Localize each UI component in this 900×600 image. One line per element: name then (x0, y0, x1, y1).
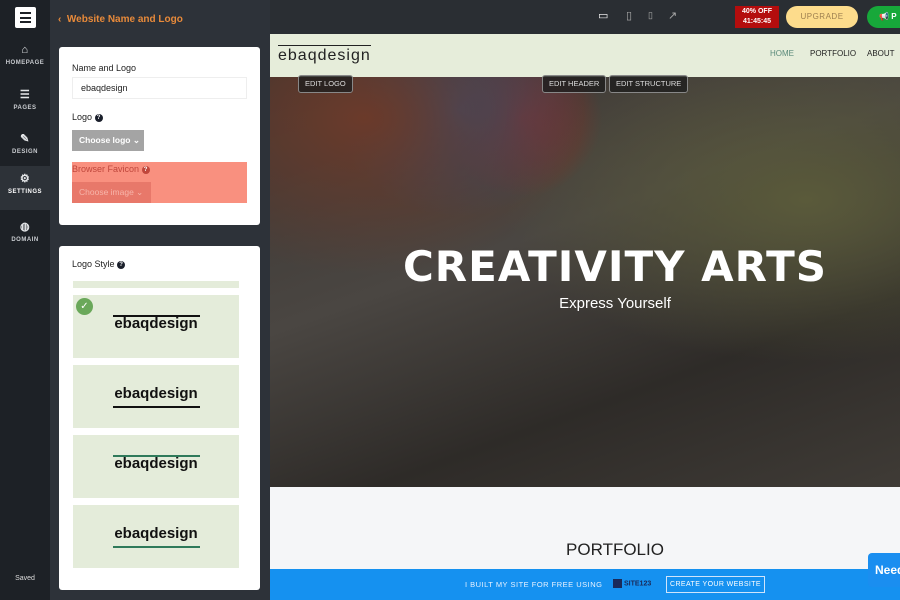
sidebar-item-label: SETTINGS (7, 189, 42, 195)
logo-style-label-text: Logo Style (72, 259, 115, 269)
logo-label: Logo ? (72, 112, 103, 122)
logo-style-name: ebaqdesign (114, 525, 198, 542)
mobile-view-icon[interactable]: ▯ (648, 10, 653, 21)
chevron-down-icon: ⌄ (132, 135, 140, 145)
logo-style-name: ebaqdesign (114, 315, 198, 332)
logo-style-label: Logo Style ? (72, 259, 126, 269)
banner-text: I BUILT MY SITE FOR FREE USING (465, 580, 603, 589)
megaphone-icon: 📢 (879, 12, 889, 21)
site123-logo-icon[interactable] (15, 7, 36, 28)
line-decoration (113, 546, 200, 548)
logo-style-option[interactable]: ebaqdesign (73, 365, 239, 428)
discount-text: 40% OFF (742, 8, 772, 15)
choose-image-button[interactable]: Choose image ⌄ (72, 182, 151, 203)
help-icon[interactable]: ? (141, 165, 150, 174)
nav-portfolio[interactable]: PORTFOLIO (810, 49, 856, 58)
favicon-label-text: Browser Favicon (72, 164, 140, 174)
tablet-view-icon[interactable]: ▯ (626, 9, 632, 22)
sidebar-item-label: PAGES (13, 105, 37, 111)
sidebar-item-label: DESIGN (11, 149, 38, 155)
sidebar-item-label: DOMAIN (11, 237, 39, 243)
favicon-label: Browser Favicon ? (72, 164, 150, 174)
portfolio-heading: PORTFOLIO (566, 540, 664, 559)
logo-style-name: ebaqdesign (114, 385, 198, 402)
help-chat-button[interactable]: Need (868, 553, 900, 587)
line-decoration (113, 406, 200, 408)
check-icon: ✓ (76, 298, 93, 315)
help-icon[interactable]: ? (117, 260, 126, 269)
logo-style-option[interactable]: ebaqdesign (73, 505, 239, 568)
desktop-view-icon[interactable]: ▭ (598, 9, 608, 22)
choose-image-label: Choose image (79, 187, 134, 197)
sidebar-item-label: HOMEPAGE (5, 60, 45, 66)
site-logo[interactable]: ebaqdesign (278, 45, 371, 65)
gear-icon: ⚙ (19, 173, 31, 185)
brand-name: SITE123 (624, 580, 652, 588)
sidebar-item-settings[interactable]: ⚙ SETTINGS (0, 166, 50, 210)
site123-banner: I BUILT MY SITE FOR FREE USING SITE123 C… (270, 569, 900, 600)
logo-style-card: Logo Style ? ✓ ebaqdesign ebaqdesign ebaq… (59, 246, 260, 590)
globe-icon: ◍ (19, 221, 31, 233)
save-status: Saved (15, 575, 35, 582)
logo-style-option[interactable]: ✓ ebaqdesign (73, 295, 239, 358)
countdown-timer: 41:45:45 (742, 18, 772, 25)
name-logo-card: Name and Logo ebaqdesign Logo ? Choose l… (59, 47, 260, 225)
site123-logo-icon (613, 579, 622, 588)
logo-style-option[interactable]: ebaqdesign (73, 435, 239, 498)
nav-about[interactable]: ABOUT (867, 49, 895, 58)
sidebar-item-design[interactable]: ✎ DESIGN (0, 126, 50, 170)
sidebar-item-homepage[interactable]: ⌂ HOMEPAGE (0, 38, 50, 82)
main-sidebar: ⌂ HOMEPAGE ☰ PAGES ✎ DESIGN ⚙ SETTINGS ◍ DOMA… (0, 0, 50, 600)
external-link-icon[interactable]: ↗ (668, 9, 677, 22)
create-website-button[interactable]: CREATE YOUR WEBSITE (666, 576, 765, 593)
publish-label: P (891, 12, 897, 21)
edit-structure-button[interactable]: EDIT STRUCTURE (609, 75, 689, 93)
site-name-input[interactable]: ebaqdesign (72, 77, 247, 99)
logo-label-text: Logo (72, 112, 93, 122)
logo-style-option-partial[interactable] (73, 281, 239, 288)
back-link[interactable]: ‹ Website Name and Logo (58, 14, 183, 25)
help-icon[interactable]: ? (94, 113, 103, 122)
choose-logo-button[interactable]: Choose logo ⌄ (72, 130, 144, 151)
logo-style-name: ebaqdesign (114, 455, 198, 472)
site-header: ebaqdesign HOME PORTFOLIO ABOUT (270, 34, 900, 77)
hero-title: CREATIVITY ARTS (402, 242, 828, 291)
upgrade-button[interactable]: UPGRADE (786, 6, 858, 28)
home-icon: ⌂ (21, 44, 29, 56)
edit-logo-button[interactable]: EDIT LOGO (298, 75, 353, 93)
discount-badge[interactable]: 40% OFF 41:45:45 (735, 6, 779, 28)
publish-button[interactable]: 📢 P (867, 6, 900, 28)
sidebar-item-domain[interactable]: ◍ DOMAIN (0, 214, 50, 258)
hero-section: CREATIVITY ARTS Express Yourself (270, 77, 900, 487)
site123-brand: SITE123 (613, 579, 651, 588)
pages-icon: ☰ (19, 89, 31, 101)
nav-home[interactable]: HOME (770, 49, 794, 58)
brush-icon: ✎ (20, 133, 30, 145)
name-label: Name and Logo (72, 63, 137, 73)
sidebar-item-pages[interactable]: ☰ PAGES (0, 82, 50, 126)
site-preview: ebaqdesign HOME PORTFOLIO ABOUT CREATIVI… (270, 34, 900, 600)
hero-subtitle: Express Yourself (559, 295, 671, 312)
choose-logo-label: Choose logo (79, 135, 131, 145)
browser-favicon-section: Browser Favicon ? Choose image ⌄ (72, 162, 247, 203)
back-label: Website Name and Logo (66, 14, 183, 25)
edit-header-button[interactable]: EDIT HEADER (542, 75, 607, 93)
